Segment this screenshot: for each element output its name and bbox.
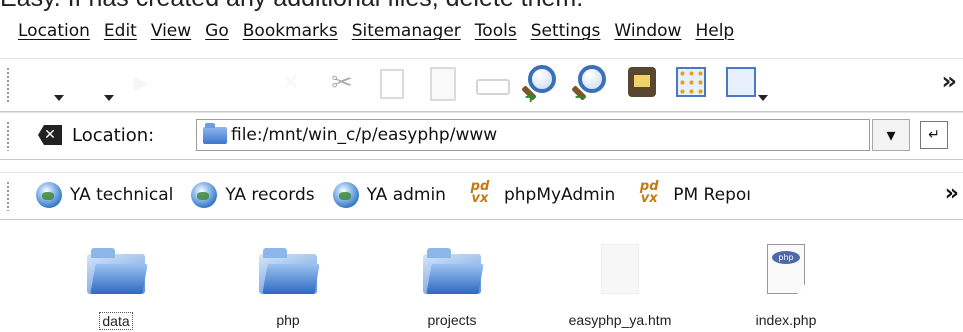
file-label: projects — [427, 312, 477, 328]
zoom-out-icon[interactable]: − — [571, 65, 610, 106]
location-value: file:/mnt/win_c/p/easyphp/www — [231, 125, 498, 145]
bookmark-label: PM Repoı — [673, 185, 751, 205]
menu-sitemanager[interactable]: Sitemanager — [345, 21, 468, 41]
cut-icon[interactable]: ✂ — [324, 65, 360, 101]
security-icon[interactable] — [624, 65, 660, 101]
file-label: easyphp_ya.htm — [568, 312, 672, 328]
menu-bookmarks[interactable]: Bookmarks — [236, 21, 345, 41]
location-input[interactable]: file:/mnt/win_c/p/easyphp/www — [196, 119, 870, 151]
paste-icon[interactable] — [424, 65, 460, 101]
location-history-dropdown[interactable]: ▾ — [872, 119, 910, 151]
clear-location-icon[interactable]: ✕ — [38, 125, 62, 145]
globe-icon — [36, 182, 62, 208]
reload-icon[interactable]: ↻ — [224, 65, 260, 101]
zoom-in-icon[interactable]: + — [521, 65, 560, 106]
stop-icon[interactable]: ✕ — [274, 65, 310, 101]
menu-help[interactable]: Help — [688, 21, 741, 41]
toolbar-grip[interactable] — [6, 181, 10, 211]
html-file-icon — [601, 244, 639, 294]
php-file-icon: php — [767, 244, 805, 294]
location-toolbar: ✕ Location: file:/mnt/win_c/p/easyphp/ww… — [0, 112, 963, 160]
home-icon[interactable]: ⌂ — [24, 65, 64, 101]
menu-go[interactable]: Go — [198, 21, 236, 41]
menu-location[interactable]: Location — [18, 21, 97, 41]
up-icon[interactable]: ▲ — [174, 65, 210, 101]
bookmark-ya-admin[interactable]: YA admin — [332, 182, 446, 208]
folder-icon — [87, 248, 148, 294]
file-item-easyphp-ya-htm[interactable]: easyphp_ya.htm — [550, 232, 690, 328]
folder-icon — [203, 122, 227, 144]
enter-icon: ↵ — [928, 127, 940, 143]
bookmark-ya-records[interactable]: YA records — [191, 182, 315, 208]
location-label: Location: — [72, 125, 155, 146]
menu-bar: Location Edit View Go Bookmarks Sitemana… — [18, 16, 741, 46]
bookmarks-overflow-button[interactable]: » — [945, 181, 959, 206]
globe-icon — [332, 182, 359, 208]
bookmark-ya-technical[interactable]: YA technical — [36, 182, 173, 208]
file-item-data[interactable]: data — [46, 232, 186, 330]
copy-icon[interactable] — [374, 65, 410, 101]
view-mode-icon[interactable] — [674, 65, 710, 101]
chevron-down-icon: ▾ — [886, 124, 896, 146]
bookmark-label: YA records — [225, 185, 315, 205]
tree-view-icon[interactable] — [724, 65, 768, 101]
toolbar-grip[interactable] — [6, 67, 10, 103]
phpmyadmin-icon: pd vx — [639, 179, 659, 206]
file-label: index.php — [755, 312, 817, 328]
navigation-toolbar: ⌂ ◀ ▶ ▲ ↻ ✕ ✂ + − » — [0, 58, 963, 112]
bookmark-pm-reports[interactable]: pd vx PM Repoı — [633, 179, 751, 209]
bookmark-label: YA technical — [70, 185, 174, 205]
menu-tools[interactable]: Tools — [468, 21, 524, 41]
file-label: data — [99, 312, 133, 330]
bookmark-phpmyadmin[interactable]: pd vx phpMyAdmin — [464, 179, 616, 209]
globe-icon — [191, 182, 218, 208]
folder-icon — [423, 248, 484, 294]
bookmarks-toolbar: YA technical YA records YA admin pd vx php… — [0, 172, 963, 220]
file-label: php — [276, 312, 300, 328]
toolbar-grip[interactable] — [6, 121, 10, 151]
menu-window[interactable]: Window — [607, 21, 688, 41]
phpmyadmin-icon: pd vx — [470, 179, 490, 206]
back-icon[interactable]: ◀ — [74, 65, 114, 101]
folder-icon — [259, 248, 320, 294]
bookmark-label: YA admin — [366, 185, 446, 205]
caption-text: Easy. If has created any additional file… — [0, 0, 963, 14]
file-item-php[interactable]: php — [218, 232, 358, 328]
file-item-index-php[interactable]: php index.php — [716, 232, 856, 328]
menu-settings[interactable]: Settings — [524, 21, 608, 41]
go-button[interactable]: ↵ — [920, 121, 948, 149]
print-icon[interactable] — [474, 65, 510, 101]
file-view: data php projects easyphp_ya.htm php ind… — [0, 232, 963, 332]
toolbar-overflow-button[interactable]: » — [941, 67, 957, 95]
bookmark-label: phpMyAdmin — [503, 185, 616, 205]
menu-edit[interactable]: Edit — [97, 21, 144, 41]
forward-icon[interactable]: ▶ — [124, 65, 160, 101]
file-item-projects[interactable]: projects — [382, 232, 522, 328]
menu-view[interactable]: View — [144, 21, 198, 41]
